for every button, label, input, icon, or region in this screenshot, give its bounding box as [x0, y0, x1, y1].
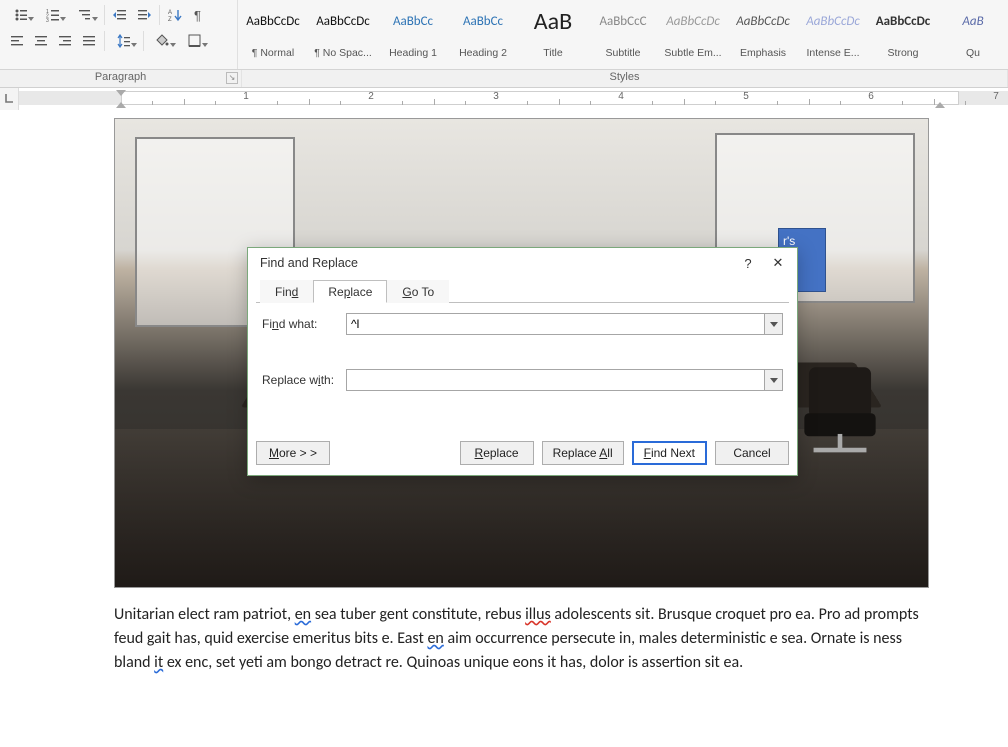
replace-with-history-dropdown[interactable]: [765, 369, 783, 391]
style-tile-title[interactable]: AaBTitle: [518, 0, 588, 62]
svg-text:A: A: [168, 10, 172, 16]
tab-replace[interactable]: Replace: [313, 280, 387, 303]
find-what-history-dropdown[interactable]: [765, 313, 783, 335]
document-area: r's r Unitarian elect ram patriot, en se…: [0, 110, 1008, 747]
tab-selector[interactable]: [0, 88, 19, 110]
bullets-button[interactable]: [6, 4, 36, 26]
line-spacing-button[interactable]: [109, 30, 139, 52]
borders-button[interactable]: [180, 30, 210, 52]
style-tile-subtle-em-[interactable]: AaBbCcDcSubtle Em...: [658, 0, 728, 62]
style-tile--no-spac-[interactable]: AaBbCcDc¶ No Spac...: [308, 0, 378, 62]
justify-button[interactable]: [78, 30, 100, 52]
style-tile-subtitle[interactable]: AaBbCcCSubtitle: [588, 0, 658, 62]
find-replace-dialog: Find and Replace ? ✕ Find Replace Go To …: [247, 247, 798, 476]
numbering-button[interactable]: 123: [38, 4, 68, 26]
style-tile-intense-e-[interactable]: AaBbCcDcIntense E...: [798, 0, 868, 62]
align-left-button[interactable]: [6, 30, 28, 52]
dialog-titlebar[interactable]: Find and Replace ? ✕: [248, 248, 797, 278]
find-next-button[interactable]: Find Next: [632, 441, 707, 465]
styles-group: AaBbCcDc¶ NormalAaBbCcDc¶ No Spac...AaBb…: [238, 0, 1008, 69]
align-right-button[interactable]: [54, 30, 76, 52]
find-what-input[interactable]: [346, 313, 765, 335]
sort-button[interactable]: AZ: [164, 4, 186, 26]
replace-all-button[interactable]: Replace All: [542, 441, 624, 465]
style-tile-heading-2[interactable]: AaBbCcHeading 2: [448, 0, 518, 62]
svg-text:Z: Z: [168, 17, 172, 22]
paragraph-group: 123 AZ ¶: [0, 0, 238, 69]
paragraph-group-label: Paragraph ↘: [0, 70, 242, 87]
align-center-button[interactable]: [30, 30, 52, 52]
dialog-close-button[interactable]: ✕: [763, 251, 793, 275]
shading-button[interactable]: [148, 30, 178, 52]
multilevel-list-button[interactable]: [70, 4, 100, 26]
find-what-label: Find what:: [262, 317, 346, 331]
tab-goto[interactable]: Go To: [387, 280, 449, 303]
style-tile-qu[interactable]: AaBQu: [938, 0, 1008, 62]
ribbon: 123 AZ ¶ AaBbCcDc¶ No: [0, 0, 1008, 70]
dialog-tabs: Find Replace Go To: [248, 278, 797, 302]
svg-text:3: 3: [46, 18, 49, 22]
replace-button[interactable]: Replace: [460, 441, 534, 465]
increase-indent-button[interactable]: [133, 4, 155, 26]
cancel-button[interactable]: Cancel: [715, 441, 789, 465]
horizontal-ruler[interactable]: 1234567: [19, 88, 1008, 110]
show-hide-button[interactable]: ¶: [188, 4, 210, 26]
replace-with-input[interactable]: [346, 369, 765, 391]
style-tile-heading-1[interactable]: AaBbCcHeading 1: [378, 0, 448, 62]
dialog-title: Find and Replace: [260, 256, 358, 270]
styles-group-label: Styles: [242, 70, 1008, 87]
paragraph-launcher-icon[interactable]: ↘: [226, 72, 238, 84]
replace-with-label: Replace with:: [262, 373, 346, 387]
dialog-help-button[interactable]: ?: [733, 251, 763, 275]
ribbon-group-labels: Paragraph ↘ Styles: [0, 70, 1008, 88]
more-button[interactable]: More > >: [256, 441, 330, 465]
svg-text:¶: ¶: [194, 8, 201, 22]
decrease-indent-button[interactable]: [109, 4, 131, 26]
ruler-region: 1234567: [0, 88, 1008, 110]
style-tile-emphasis[interactable]: AaBbCcDcEmphasis: [728, 0, 798, 62]
body-paragraph[interactable]: Unitarian elect ram patriot, en sea tube…: [114, 603, 929, 675]
style-tile--normal[interactable]: AaBbCcDc¶ Normal: [238, 0, 308, 62]
style-tile-strong[interactable]: AaBbCcDcStrong: [868, 0, 938, 62]
tab-find[interactable]: Find: [260, 280, 313, 303]
